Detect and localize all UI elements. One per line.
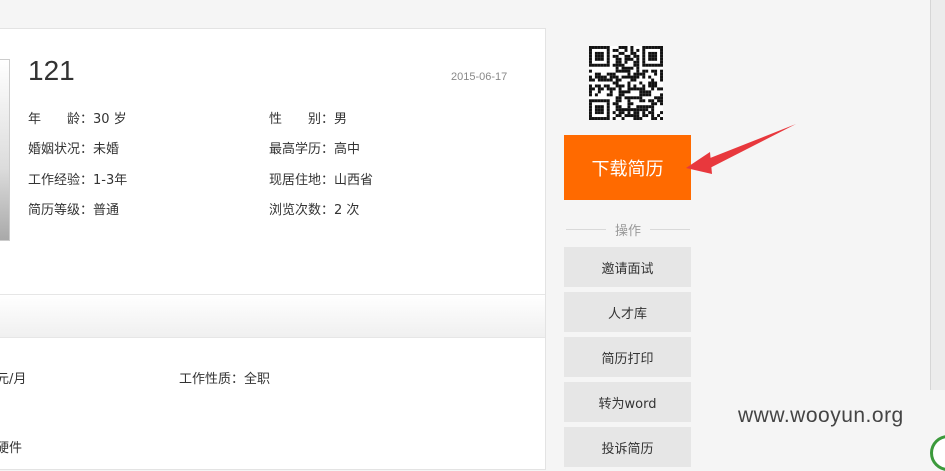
divider-line-right [650,229,690,230]
field-gender: 性 别：男 [269,112,348,127]
corner-badge [930,435,945,471]
report-resume-button[interactable]: 投诉简历 [564,427,691,467]
invite-interview-button[interactable]: 邀请面试 [564,247,691,287]
field-marital: 婚姻状况：未婚 [28,142,120,157]
candidate-name: 121 [28,55,75,86]
print-resume-button[interactable]: 简历打印 [564,337,691,377]
convert-word-button[interactable]: 转为word [564,382,691,422]
field-age: 年 龄：30 岁 [28,112,127,127]
red-arrow-annotation [686,124,796,174]
field-residence: 现居住地：山西省 [269,173,374,188]
watermark-text: www.wooyun.org [738,404,904,427]
field-education: 最高学历：高中 [269,142,361,157]
profile-photo [0,59,10,241]
job-nature: 工作性质：全职 [179,372,271,387]
download-resume-button[interactable]: 下载简历 [564,135,691,200]
field-views: 浏览次数：2 次 [269,203,360,218]
operations-divider: 操作 [566,220,690,239]
qr-code-image [589,46,663,120]
qr-code [589,46,663,120]
field-level: 简历等级：普通 [28,203,120,218]
field-experience: 工作经验：1-3年 [28,173,128,188]
scrollbar[interactable] [930,0,945,390]
bottom-fragment: 硬件 [0,441,23,456]
talent-pool-button[interactable]: 人才库 [564,292,691,332]
update-date: 2015-06-17 [451,71,508,83]
resume-card: 121 2015-06-17 年 龄：30 岁 性 别：男 婚姻状况：未婚 最高… [0,28,546,470]
salary-fragment: 元/月 [0,372,27,387]
section-header-bar [0,294,545,338]
